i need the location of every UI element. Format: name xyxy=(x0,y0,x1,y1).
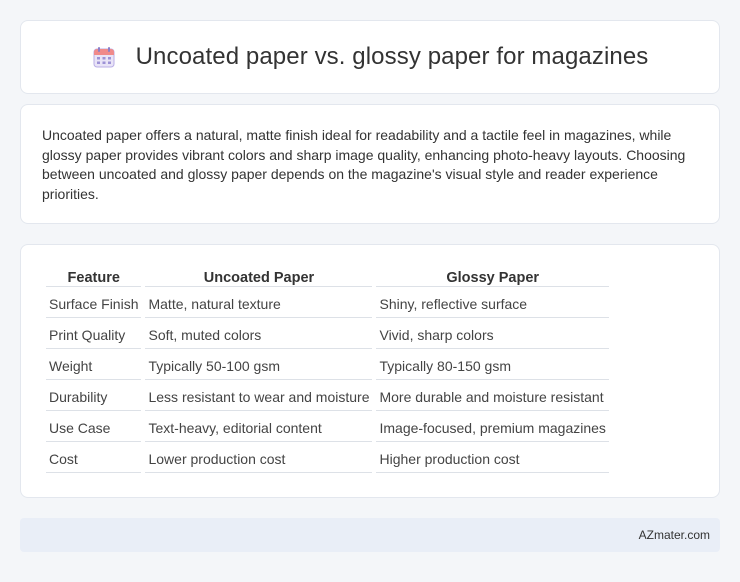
footer-bar: AZmater.com xyxy=(20,518,720,552)
cell-uncoated: Less resistant to wear and moisture xyxy=(145,382,373,411)
title-wrap: Uncoated paper vs. glossy paper for maga… xyxy=(92,43,649,71)
header-uncoated: Uncoated Paper xyxy=(145,267,373,287)
cell-uncoated: Typically 50-100 gsm xyxy=(145,351,373,380)
header-glossy: Glossy Paper xyxy=(376,267,609,287)
cell-feature: Cost xyxy=(46,444,142,473)
cell-uncoated: Soft, muted colors xyxy=(145,320,373,349)
table-row: Use Case Text-heavy, editorial content I… xyxy=(46,413,609,442)
cell-glossy: Image-focused, premium magazines xyxy=(376,413,609,442)
page-title: Uncoated paper vs. glossy paper for maga… xyxy=(135,43,649,70)
table-row: Cost Lower production cost Higher produc… xyxy=(46,444,609,473)
cell-feature: Print Quality xyxy=(46,320,142,349)
intro-paragraph: Uncoated paper offers a natural, matte f… xyxy=(42,127,686,202)
cell-glossy: Higher production cost xyxy=(376,444,609,473)
table-header-row: Feature Uncoated Paper Glossy Paper xyxy=(46,267,609,287)
cell-uncoated: Text-heavy, editorial content xyxy=(145,413,373,442)
table-row: Surface Finish Matte, natural texture Sh… xyxy=(46,289,609,318)
title-card: Uncoated paper vs. glossy paper for maga… xyxy=(20,20,720,94)
cell-glossy: Vivid, sharp colors xyxy=(376,320,609,349)
cell-glossy: More durable and moisture resistant xyxy=(376,382,609,411)
footer-brand-link[interactable]: AZmater.com xyxy=(639,528,710,542)
header-feature: Feature xyxy=(46,267,142,287)
cell-glossy: Shiny, reflective surface xyxy=(376,289,609,318)
table-row: Durability Less resistant to wear and mo… xyxy=(46,382,609,411)
cell-uncoated: Lower production cost xyxy=(145,444,373,473)
table-row: Weight Typically 50-100 gsm Typically 80… xyxy=(46,351,609,380)
comparison-table-card: Feature Uncoated Paper Glossy Paper Surf… xyxy=(20,244,720,498)
cell-uncoated: Matte, natural texture xyxy=(145,289,373,318)
cell-feature: Use Case xyxy=(46,413,142,442)
cell-feature: Durability xyxy=(46,382,142,411)
cell-feature: Surface Finish xyxy=(46,289,142,318)
intro-card: Uncoated paper offers a natural, matte f… xyxy=(20,104,720,224)
cell-glossy: Typically 80-150 gsm xyxy=(376,351,609,380)
calendar-icon xyxy=(92,45,116,69)
table-row: Print Quality Soft, muted colors Vivid, … xyxy=(46,320,609,349)
cell-feature: Weight xyxy=(46,351,142,380)
comparison-table: Feature Uncoated Paper Glossy Paper Surf… xyxy=(42,265,613,475)
